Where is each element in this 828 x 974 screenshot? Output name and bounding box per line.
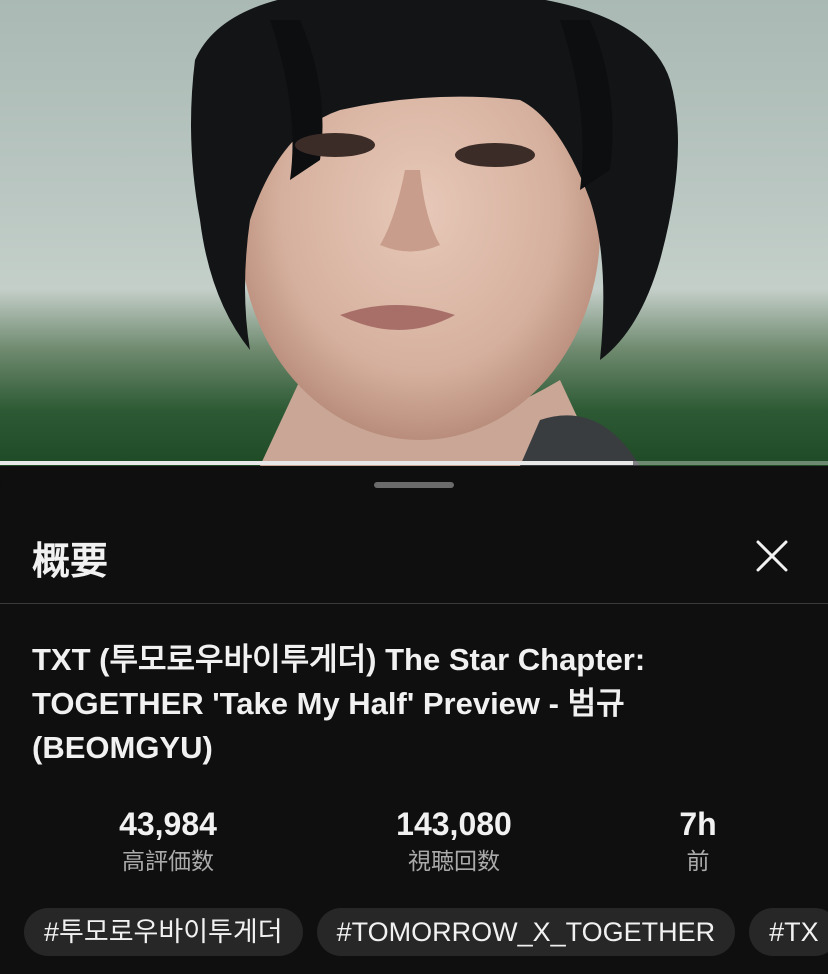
video-frame: [191, 0, 678, 466]
views-count: 143,080: [396, 806, 512, 842]
drag-handle[interactable]: [374, 482, 454, 488]
video-stats: 43,984 高評価数 143,080 視聴回数 7h 前: [0, 804, 828, 894]
stat-views: 143,080 視聴回数: [354, 804, 554, 880]
description-panel: 概要 TXT (투모로우바이투게더) The Star Chapter: TOG…: [0, 466, 828, 974]
panel-header: 概要: [0, 506, 828, 604]
panel-title: 概要: [32, 539, 109, 583]
hashtag-chip[interactable]: #TOMORROW_X_TOGETHER: [316, 908, 736, 956]
video-progress-bar[interactable]: [0, 461, 828, 465]
stat-upload-time: 7h 前: [618, 804, 778, 880]
hashtag-chips: #투모로우바이투게더 #TOMORROW_X_TOGETHER #TX: [24, 908, 828, 958]
likes-count: 43,984: [119, 806, 217, 842]
close-icon: [756, 540, 788, 572]
close-button[interactable]: [748, 532, 796, 580]
upload-time-value: 7h: [679, 806, 717, 842]
views-label: 視聴回数: [408, 849, 500, 875]
hashtag-chip[interactable]: #투모로우바이투게더: [24, 908, 303, 956]
hashtag-chip[interactable]: #TX: [749, 908, 828, 956]
video-title-line: TOGETHER 'Take My Half' Preview - 범규: [32, 686, 625, 721]
video-progress-fill: [0, 461, 634, 465]
likes-label: 高評価数: [122, 849, 214, 875]
video-title-line: (BEOMGYU): [32, 730, 213, 765]
video-title: TXT (투모로우바이투게더) The Star Chapter: TOGETH…: [32, 638, 802, 770]
stat-likes: 43,984 高評価数: [68, 804, 268, 880]
video-title-line: TXT (투모로우바이투게더) The Star Chapter:: [32, 642, 646, 677]
upload-time-label: 前: [686, 849, 710, 875]
video-player[interactable]: [0, 0, 828, 466]
